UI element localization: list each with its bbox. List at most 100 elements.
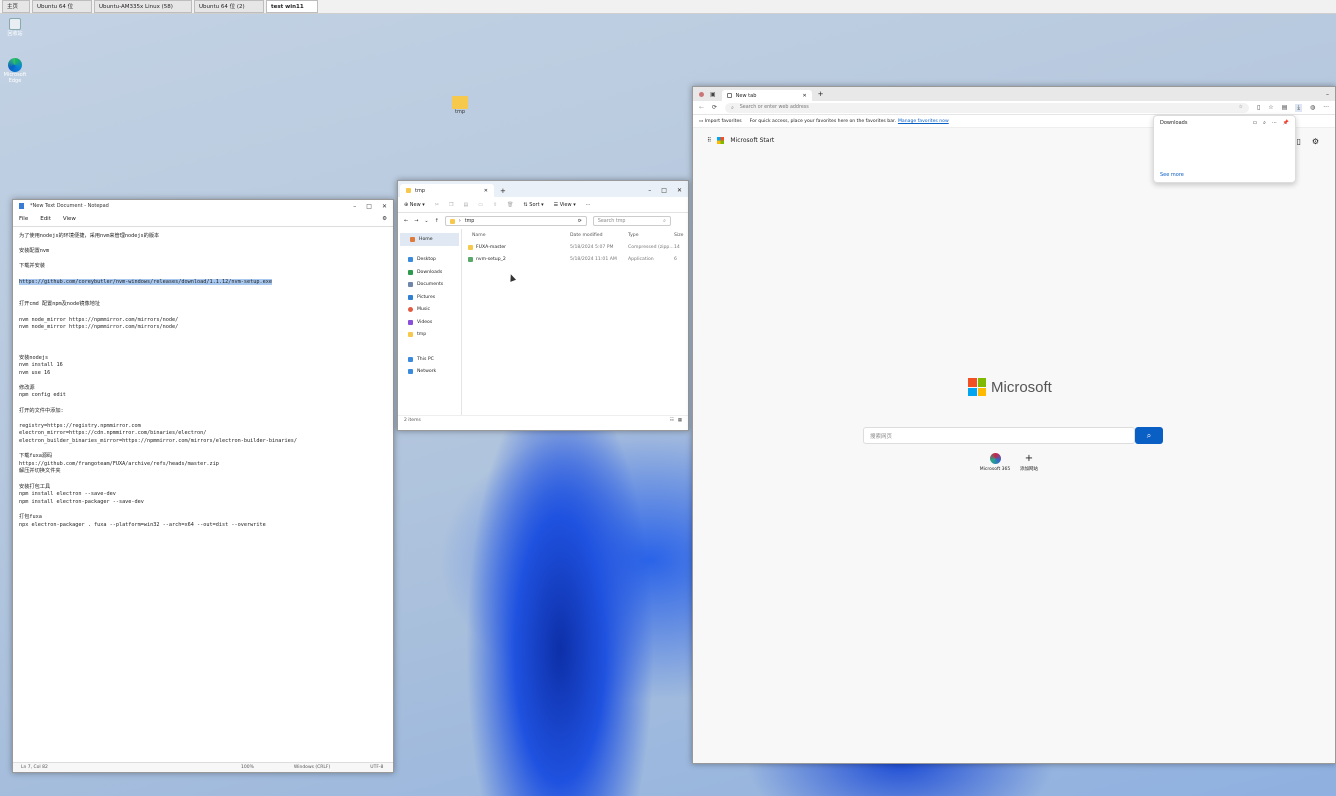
up-icon[interactable]: ↑ [435,218,439,224]
new-tab-icon[interactable]: + [500,187,506,195]
edge-tab[interactable]: New tab ✕ [721,90,812,101]
vm-tab-ubuntu[interactable]: Ubuntu 64 位 [32,0,92,13]
downloads-icon[interactable]: ⤓ [1295,103,1303,112]
open-folder-icon[interactable]: ▭ [1252,120,1257,126]
menu-view[interactable]: View [63,216,76,222]
more-icon[interactable]: ··· [1272,120,1277,126]
manage-favorites-link[interactable]: Manage favorites now [898,119,949,124]
notepad-line [19,241,387,249]
quick-link-add-site[interactable]: + 添加网站 [1013,453,1045,472]
more-icon[interactable]: ··· [586,202,591,208]
file-name: nvm-setup_2 [476,256,506,262]
web-search-button[interactable]: ⌕ [1135,427,1163,444]
forward-icon[interactable]: → [414,218,418,224]
mouse-cursor-icon [507,273,517,282]
address-bar[interactable]: › tmp ⟳ [444,216,587,226]
close-icon[interactable]: ✕ [802,93,806,99]
sort-button[interactable]: ⇅ Sort ▾ [524,202,544,208]
pin-icon[interactable]: 📌 [1283,120,1289,126]
settings-icon[interactable]: ⚙ [382,216,387,222]
microsoft-start[interactable]: ⠿ Microsoft Start [707,137,774,144]
nav-home[interactable]: Home [400,233,459,246]
nav-documents[interactable]: Documents [398,279,461,292]
workspaces-icon[interactable]: ▣ [710,91,716,98]
recent-icon[interactable]: ⌄ [424,218,428,224]
maximize-icon[interactable]: □ [366,203,372,210]
address-bar[interactable]: ⌕ Search or enter web address ☆ [725,102,1249,113]
back-icon[interactable]: ← [404,218,408,224]
notepad-text-area[interactable]: 为了使用nodejs的环境便捷，采用nvm来管理nodejs的版本 安装配置nv… [13,227,393,535]
nav-music[interactable]: Music [398,304,461,317]
split-screen-icon[interactable]: ▯ [1257,104,1260,111]
details-view-icon[interactable]: ☷ [670,418,674,423]
see-more-link[interactable]: See more [1160,172,1184,178]
search-icon[interactable]: ⌕ [1263,120,1266,126]
notepad-line [19,309,387,317]
vm-tab-ubuntu-am335x[interactable]: Ubuntu-AM335x Linux (58) [94,0,192,13]
import-favorites[interactable]: ▭ Import favorites [699,119,742,124]
cut-icon[interactable]: ✂ [435,202,439,208]
vm-tab-ubuntu-2[interactable]: Ubuntu 64 位 (2) [194,0,264,13]
favorites-icon[interactable]: ☆ [1268,104,1273,111]
downloads-title: Downloads [1160,120,1188,126]
nav-pictures[interactable]: Pictures [398,291,461,304]
minimize-icon[interactable]: – [1326,91,1329,98]
web-search-box[interactable]: 搜索网页 [863,427,1135,444]
apps-grid-icon[interactable]: ⠿ [707,137,711,144]
profile-icon[interactable] [699,91,704,97]
file-row[interactable]: FUXA-master 5/18/2024 5:07 PM Compressed… [462,241,688,253]
col-date[interactable]: Date modified [570,233,628,238]
delete-icon[interactable]: 🗑 [507,202,513,208]
desktop-icon-recycle-bin[interactable]: 回收站 [4,18,26,37]
settings-more-icon[interactable]: ··· [1323,104,1329,111]
close-icon[interactable]: ✕ [484,188,488,194]
new-button[interactable]: ⊕ New ▾ [404,202,425,208]
page-settings-icon[interactable]: ⚙ [1312,137,1319,146]
vm-tab-home[interactable]: 主页 [2,0,30,13]
col-name[interactable]: Name [472,233,570,238]
explorer-tab[interactable]: tmp ✕ [400,184,494,197]
share-icon[interactable]: ⇪ [493,202,497,208]
notepad-line: 打开的文件中添加: [19,407,64,414]
menu-file[interactable]: File [19,216,28,222]
maximize-icon[interactable]: □ [661,187,667,194]
tiles-view-icon[interactable]: ▦ [678,418,682,423]
copilot-icon[interactable]: ◍ [1310,104,1315,111]
nav-videos[interactable]: Videos [398,316,461,329]
nav-tmp-label: tmp [417,332,427,338]
quick-link-microsoft-365[interactable]: Microsoft 365 [979,453,1011,472]
back-icon[interactable]: ← [699,104,704,111]
refresh-icon[interactable]: ⟳ [712,104,717,111]
copy-icon[interactable]: ❐ [449,202,453,208]
menu-edit[interactable]: Edit [40,216,51,222]
col-size[interactable]: Size [674,233,683,238]
file-row[interactable]: nvm-setup_2 5/18/2024 11:01 AM Applicati… [462,253,688,265]
close-icon[interactable]: ✕ [677,187,682,194]
new-tab-icon[interactable]: + [818,90,824,98]
view-button[interactable]: ☰ View ▾ [554,202,576,208]
nav-downloads[interactable]: Downloads [398,266,461,279]
import-favorites-label: Import favorites [704,118,742,124]
vm-tab-win11[interactable]: test win11 [266,0,318,13]
page-layout-icon[interactable]: ▯ [1297,137,1301,146]
minimize-icon[interactable]: – [353,203,356,210]
paste-icon[interactable]: ▤ [463,202,468,208]
close-icon[interactable]: ✕ [382,203,387,210]
col-type[interactable]: Type [628,233,674,238]
search-input[interactable]: Search tmp ⌕ [592,216,671,226]
nav-network[interactable]: Network [398,366,461,379]
nav-desktop[interactable]: Desktop [398,254,461,267]
navigation-pane: Home Desktop Downloads Documents Picture… [398,229,462,415]
favorite-star-icon[interactable]: ☆ [1239,105,1243,110]
recycle-bin-icon [9,18,21,30]
desktop-icon-edge[interactable]: Microsoft Edge [3,58,27,84]
desktop-icon-tmp-folder[interactable]: tmp [448,96,472,115]
minimize-icon[interactable]: – [648,187,651,194]
rename-icon[interactable]: ▭ [478,202,483,208]
explorer-address-row: ← → ⌄ ↑ › tmp ⟳ Search tmp ⌕ [398,213,688,229]
refresh-icon[interactable]: ⟳ [578,219,582,224]
folder-icon [406,188,411,193]
nav-tmp[interactable]: tmp [398,329,461,342]
collections-icon[interactable]: ▤ [1282,104,1288,111]
nav-this-pc[interactable]: This PC [398,353,461,366]
